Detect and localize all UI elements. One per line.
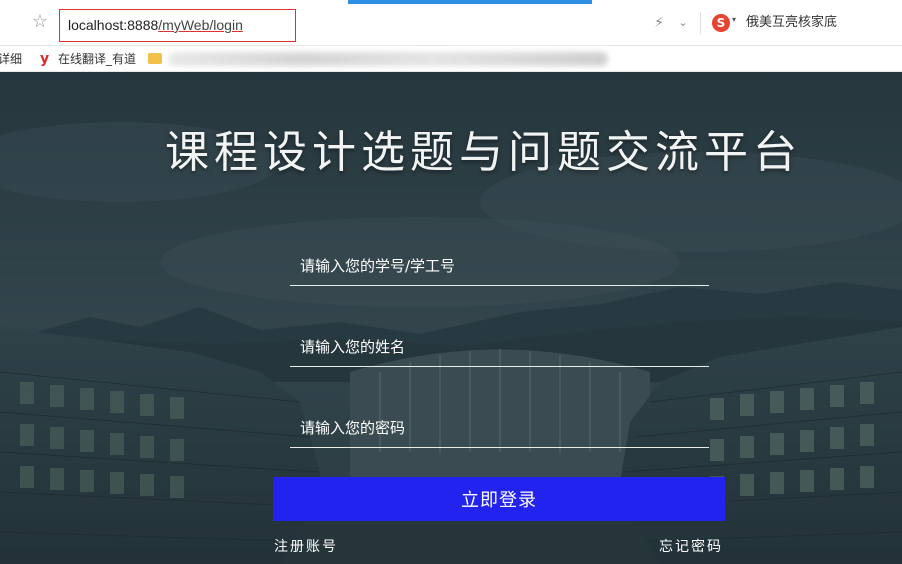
toolbar-divider [700,12,701,34]
url-host: localhost:8888 [68,17,159,33]
folder-icon[interactable] [148,53,162,64]
student-id-input[interactable] [290,246,709,285]
page-title: 课程设计选题与问题交流平台 [165,127,802,178]
bookmark-partial[interactable]: 详细 [0,50,22,68]
search-hint[interactable]: 俄美互亮核家底 [746,14,837,32]
search-engine-caret-icon[interactable]: ▾ [732,15,736,24]
login-button[interactable]: 立即登录 [273,477,725,521]
browser-address-bar: ☆ localhost:8888/myWeb/login ⚡ ⌄ S ▾ 俄美互… [0,0,902,46]
register-link[interactable]: 注册账号 [274,536,338,556]
name-field [290,327,709,367]
login-page: 课程设计选题与问题交流平台 立即登录 注册账号 忘记密码 [0,72,902,564]
active-tab-indicator [348,0,592,4]
bookmark-youdao[interactable]: 在线翻译_有道 [58,50,136,68]
forgot-password-link[interactable]: 忘记密码 [659,536,723,556]
student-id-field [290,246,709,286]
url-input[interactable]: localhost:8888/myWeb/login [59,9,296,42]
chevron-down-icon[interactable]: ⌄ [676,14,690,32]
password-field [290,408,709,448]
password-input[interactable] [290,408,709,447]
sogou-search-icon[interactable]: S [712,14,730,32]
bookmark-star-icon[interactable]: ☆ [30,12,50,32]
flash-icon[interactable]: ⚡ [652,14,666,32]
blurred-bookmarks [168,52,608,66]
name-input[interactable] [290,327,709,366]
url-path: /myWeb/login [158,17,243,33]
bookmarks-bar: 详细 y 在线翻译_有道 [0,46,902,72]
youdao-icon: y [40,51,50,67]
